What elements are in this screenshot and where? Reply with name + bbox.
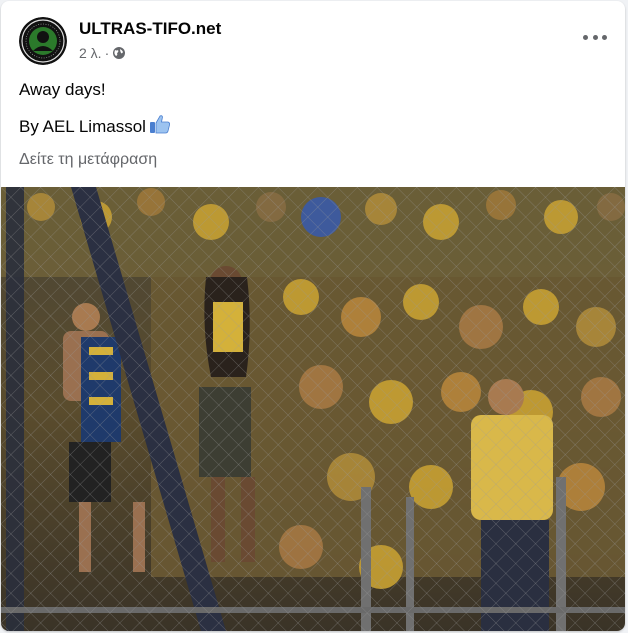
see-translation-link[interactable]: Δείτε τη μετάφραση: [19, 151, 157, 169]
meta-separator: ·: [104, 45, 110, 61]
more-dot: [602, 34, 607, 40]
post-photo[interactable]: [1, 187, 625, 631]
post-text-line-1: Away days!: [19, 80, 106, 99]
thumbs-up-emoji-icon: [149, 114, 171, 139]
post-text-line-2-label: By AEL Limassol: [19, 116, 146, 136]
more-dot: [592, 34, 598, 40]
page-avatar[interactable]: [19, 17, 67, 65]
more-options-icon[interactable]: [583, 29, 607, 45]
page-name[interactable]: ULTRAS-TIFO.net: [79, 19, 221, 39]
post-meta: 2 λ. ·: [79, 45, 126, 61]
post-time[interactable]: 2 λ.: [79, 45, 102, 61]
post-header: ULTRAS-TIFO.net 2 λ. ·: [1, 1, 625, 73]
globe-icon[interactable]: [112, 46, 126, 60]
more-dot: [583, 34, 588, 40]
post-text-line-2: By AEL Limassol: [19, 114, 171, 139]
post-card: ULTRAS-TIFO.net 2 λ. · Away days! By AEL…: [1, 1, 625, 631]
